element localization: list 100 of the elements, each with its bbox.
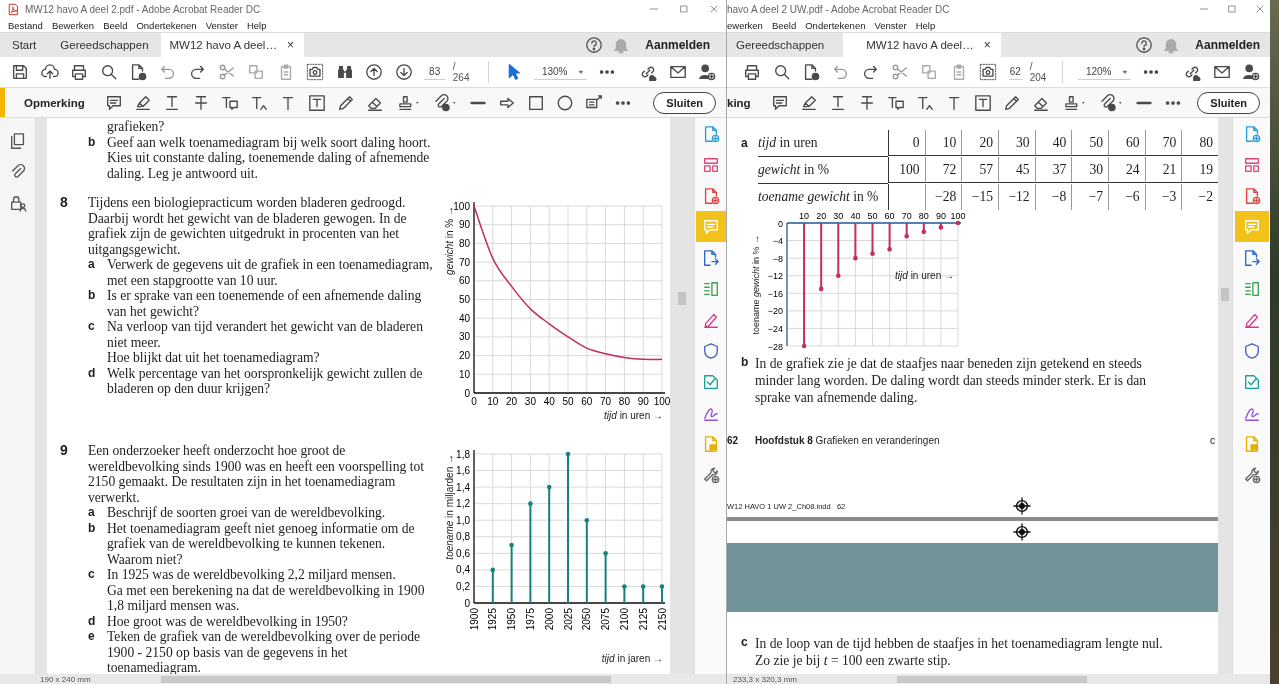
scissors-icon[interactable] xyxy=(217,63,236,81)
bar xyxy=(603,551,608,603)
question-text: grafieken? xyxy=(107,119,166,135)
tab-close-button[interactable]: × xyxy=(983,38,991,52)
toolbar-label: Opmerking xyxy=(24,96,85,109)
table-cell: −12 xyxy=(998,184,1035,210)
table-cell: 72 xyxy=(924,157,962,183)
close-icon[interactable] xyxy=(708,3,720,15)
sign-in-button[interactable]: Aanmelden xyxy=(1189,38,1260,52)
question-text: In 1925 was de wereldbevolking 2,2 miljard mensen. Ga met een berekening na dat de wereldbevolking in 1900 1,8 miljard mensen was. xyxy=(107,567,426,614)
menu-item[interactable]: Venster xyxy=(874,19,907,31)
question-letter: b xyxy=(88,288,97,304)
menu-item[interactable]: Beeld xyxy=(771,19,797,31)
file-check-icon[interactable] xyxy=(802,63,820,81)
redo-icon[interactable] xyxy=(861,63,879,81)
tab[interactable]: Start xyxy=(0,33,49,57)
camera-icon[interactable] xyxy=(306,63,324,81)
close-button[interactable]: Sluiten xyxy=(653,91,716,114)
print-icon[interactable] xyxy=(70,63,88,81)
scrollbar-thumb[interactable] xyxy=(1221,288,1229,301)
note-icon[interactable] xyxy=(104,93,123,112)
file-check-icon[interactable] xyxy=(129,63,147,81)
pencil-icon[interactable] xyxy=(336,93,355,112)
highlighter-icon[interactable] xyxy=(133,93,152,112)
scissors-icon[interactable] xyxy=(890,63,909,81)
tick-label: 1,6 xyxy=(456,465,470,477)
scrollbar-thumb[interactable] xyxy=(678,292,686,305)
tick-label: 40 xyxy=(458,312,470,324)
page-number-field[interactable]: 83 xyxy=(424,64,446,80)
pages-icon[interactable] xyxy=(8,132,27,150)
tick-label: 1,0 xyxy=(456,514,470,526)
zoom-dropdown[interactable]: 120% xyxy=(1077,64,1131,80)
tick-label: 2100 xyxy=(618,608,630,631)
scrollbar-thumb[interactable] xyxy=(160,675,611,683)
help-icon[interactable] xyxy=(1135,36,1154,54)
tick-label: 0,6 xyxy=(456,547,470,559)
tick-label: −28 xyxy=(767,341,783,350)
tab[interactable]: Gereedschappen xyxy=(48,33,161,57)
mail-icon[interactable] xyxy=(1212,63,1231,81)
add-user-icon[interactable] xyxy=(698,63,716,81)
window-title: MW12 havo A deel 2.pdf - Adobe Acrobat Reader DC xyxy=(25,3,261,15)
table-cell: −15 xyxy=(961,184,998,210)
question-letter: d xyxy=(88,613,97,629)
menu-item[interactable]: Help xyxy=(246,19,267,31)
help-icon[interactable] xyxy=(585,36,604,54)
table-cell: −8 xyxy=(1034,184,1072,210)
sign-in-button[interactable]: Aanmelden xyxy=(639,38,710,52)
menu-item[interactable]: ewerken xyxy=(727,19,763,31)
tick-label: −8 xyxy=(772,253,783,264)
page-number-field[interactable]: 62 xyxy=(1008,64,1023,80)
tick-label: 10 xyxy=(799,211,810,221)
bar xyxy=(887,223,892,252)
exercise-text: Tijdens een biologiepracticum worden bladeren gedroogd. Daarbij wordt het gewicht van de bladeren gewogen. In de grafiek zijn de gewichten uitgedrukt in procenten van het uitgangsgewicht. xyxy=(88,195,408,257)
magnifier-icon[interactable] xyxy=(99,63,118,81)
tab[interactable]: MW12 havo A deel… × xyxy=(843,33,1001,57)
undo-icon[interactable] xyxy=(158,63,177,81)
menu-item[interactable]: Bewerken xyxy=(51,19,95,31)
note-icon[interactable] xyxy=(770,93,789,112)
add-user-icon[interactable] xyxy=(1242,63,1260,81)
print-icon[interactable] xyxy=(743,63,761,81)
maximize-icon[interactable] xyxy=(1226,3,1238,15)
close-button[interactable]: Sluiten xyxy=(1197,91,1260,114)
maximize-icon[interactable] xyxy=(678,3,690,15)
table-cell: 10 xyxy=(924,130,962,156)
file-arrow-icon xyxy=(701,248,720,267)
tick-label: 0 xyxy=(464,597,470,609)
wrench-icon xyxy=(701,465,720,484)
tab-close-button[interactable]: × xyxy=(286,38,294,52)
cloud-upload-icon[interactable] xyxy=(40,63,59,81)
layout-icon xyxy=(701,155,720,174)
zoom-dropdown[interactable]: 130% xyxy=(533,64,587,80)
menu-item[interactable]: Ondertekenen xyxy=(136,19,197,31)
square-icon[interactable] xyxy=(526,93,545,112)
camera-icon[interactable] xyxy=(979,63,997,81)
tab[interactable]: MW12 havo A deel… × xyxy=(160,33,304,57)
menu-item[interactable]: Help xyxy=(915,19,936,31)
menu-item[interactable]: Bestand xyxy=(8,19,43,31)
wrench-icon xyxy=(1242,465,1261,484)
menu-item[interactable]: Beeld xyxy=(103,19,128,31)
redo-icon[interactable] xyxy=(188,63,206,81)
lock-icon[interactable] xyxy=(8,194,27,212)
mail-icon[interactable] xyxy=(668,63,687,81)
menu-item[interactable]: Ondertekenen xyxy=(805,19,866,31)
arrow-up-circle-icon[interactable] xyxy=(365,63,383,81)
scrollbar-thumb[interactable] xyxy=(897,675,1088,683)
undo-icon[interactable] xyxy=(831,63,850,81)
binoculars-icon[interactable] xyxy=(335,63,354,81)
registration-mark-icon xyxy=(1013,523,1031,541)
highlighter-icon[interactable] xyxy=(799,93,818,112)
circle-icon[interactable] xyxy=(555,93,574,112)
pencil-icon[interactable] xyxy=(1002,93,1021,112)
text-box-icon[interactable] xyxy=(973,93,992,112)
magnifier-icon[interactable] xyxy=(772,63,791,81)
close-icon[interactable] xyxy=(1254,3,1266,15)
bar xyxy=(622,584,627,603)
text-box-icon[interactable] xyxy=(307,93,326,112)
tab[interactable]: Gereedschappen xyxy=(727,33,834,57)
save-icon[interactable] xyxy=(11,63,29,81)
menu-item[interactable]: Venster xyxy=(205,19,238,31)
arrow-down-circle-icon[interactable] xyxy=(394,63,413,81)
